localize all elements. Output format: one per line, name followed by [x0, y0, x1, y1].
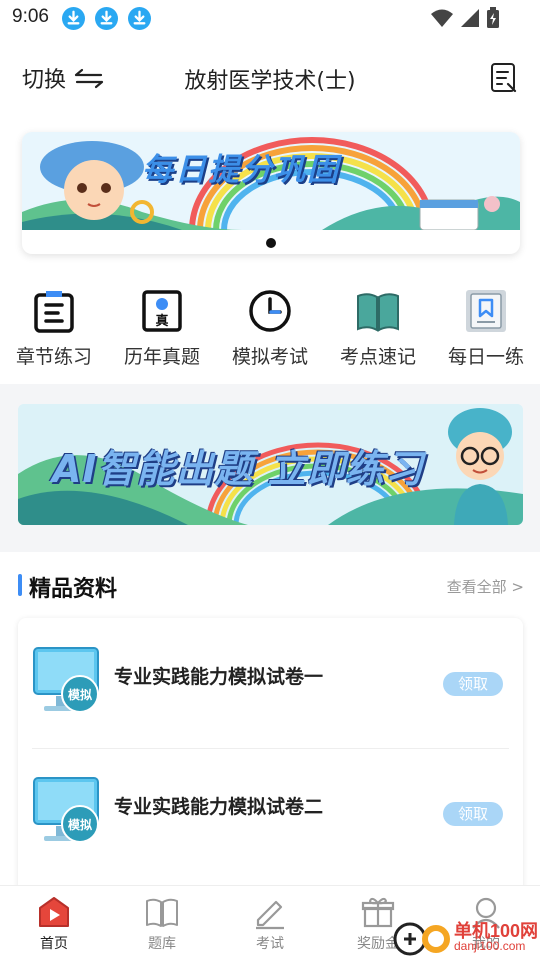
- thumb-badge: 模拟: [68, 687, 92, 702]
- section-title: 精品资料: [29, 577, 118, 602]
- battery-charging-icon: [487, 7, 499, 28]
- quick-item-label: 模拟考试: [231, 346, 308, 368]
- app-header: 切换 放射医学技术(士): [0, 38, 540, 122]
- section-accent-bar: [18, 574, 22, 596]
- thumb-badge: 模拟: [68, 817, 92, 832]
- quick-item-past-exams[interactable]: 真 历年真题: [108, 288, 216, 369]
- tab-question-bank[interactable]: 题库: [108, 894, 216, 953]
- ai-banner-title: AI智能出题 立即练习: [52, 447, 424, 491]
- tab-label: 考试: [256, 936, 284, 952]
- status-time: 9:06: [12, 6, 49, 27]
- ai-banner-area: AI智能出题 立即练习: [0, 384, 540, 552]
- list-item[interactable]: 模拟 专业实践能力模拟试卷一 领取: [18, 618, 523, 748]
- download-notification-icon: [62, 7, 85, 30]
- quick-item-chapter-practice[interactable]: 章节练习: [0, 288, 108, 369]
- list-item-title: 专业实践能力模拟试卷一: [114, 666, 324, 688]
- monitor-icon: 模拟: [33, 647, 99, 713]
- daily-banner[interactable]: 每日提分巩固: [22, 132, 520, 254]
- download-notification-icon: [95, 7, 118, 30]
- chapter-practice-icon: [34, 291, 74, 333]
- quick-item-mock-exam[interactable]: 模拟考试: [216, 288, 324, 369]
- banner-title: 每日提分巩固: [142, 152, 340, 188]
- open-book-icon: [357, 293, 399, 332]
- gift-icon: [361, 897, 395, 928]
- home-play-icon: [39, 897, 69, 927]
- quick-item-daily-practice[interactable]: 每日一练: [432, 288, 540, 369]
- quick-item-label: 每日一练: [447, 346, 524, 368]
- wifi-icon: [431, 9, 453, 27]
- materials-list: 模拟 专业实践能力模拟试卷一 领取 模拟 专业实践能力模拟试卷二 领取: [18, 618, 523, 918]
- cellular-signal-icon: [461, 9, 479, 27]
- list-item-title: 专业实践能力模拟试卷二: [114, 796, 324, 818]
- tab-exam[interactable]: 考试: [216, 894, 324, 953]
- clock-icon: [249, 290, 291, 332]
- quick-item-label: 章节练习: [15, 346, 92, 368]
- past-exam-icon: 真: [142, 290, 182, 332]
- tab-label: 首页: [40, 936, 68, 952]
- view-all-link[interactable]: 查看全部 >: [447, 576, 524, 597]
- tab-label: 题库: [148, 936, 176, 952]
- carousel-indicator: [266, 238, 276, 248]
- list-item[interactable]: 模拟 专业实践能力模拟试卷二 领取: [18, 748, 523, 878]
- download-notification-icon: [128, 7, 151, 30]
- status-bar: 9:06: [0, 0, 540, 38]
- svg-text:真: 真: [155, 313, 168, 329]
- quick-item-label: 考点速记: [339, 346, 416, 368]
- quick-item-key-points[interactable]: 考点速记: [324, 288, 432, 369]
- featured-materials-section: 精品资料 查看全部 > 模拟 专业实践能力模拟试卷一 领取 模拟 专业实践能力模…: [0, 552, 540, 918]
- tab-home[interactable]: 首页: [0, 894, 108, 953]
- monitor-icon: 模拟: [33, 777, 99, 843]
- watermark-url: danji100.com: [454, 939, 526, 953]
- quick-item-label: 历年真题: [123, 346, 200, 368]
- notes-icon[interactable]: [490, 62, 518, 94]
- ai-practice-banner[interactable]: AI智能出题 立即练习: [18, 404, 523, 525]
- claim-button[interactable]: 领取: [443, 802, 503, 826]
- bookmark-book-icon: [466, 290, 506, 332]
- quick-menu: 章节练习 真 历年真题 模拟考试 考点速记 每日一练: [0, 284, 540, 368]
- book-icon: [146, 898, 178, 927]
- top-area: 每日提分巩固 章节练习 真 历年真题 模拟考试 考点速记 每日一练: [0, 122, 540, 384]
- watermark-logo: 单机100网 danji100.com: [392, 915, 540, 960]
- page-title: 放射医学技术(士): [184, 69, 356, 94]
- claim-button[interactable]: 领取: [443, 672, 503, 696]
- pencil-icon: [256, 900, 284, 930]
- watermark-icon: [393, 922, 450, 956]
